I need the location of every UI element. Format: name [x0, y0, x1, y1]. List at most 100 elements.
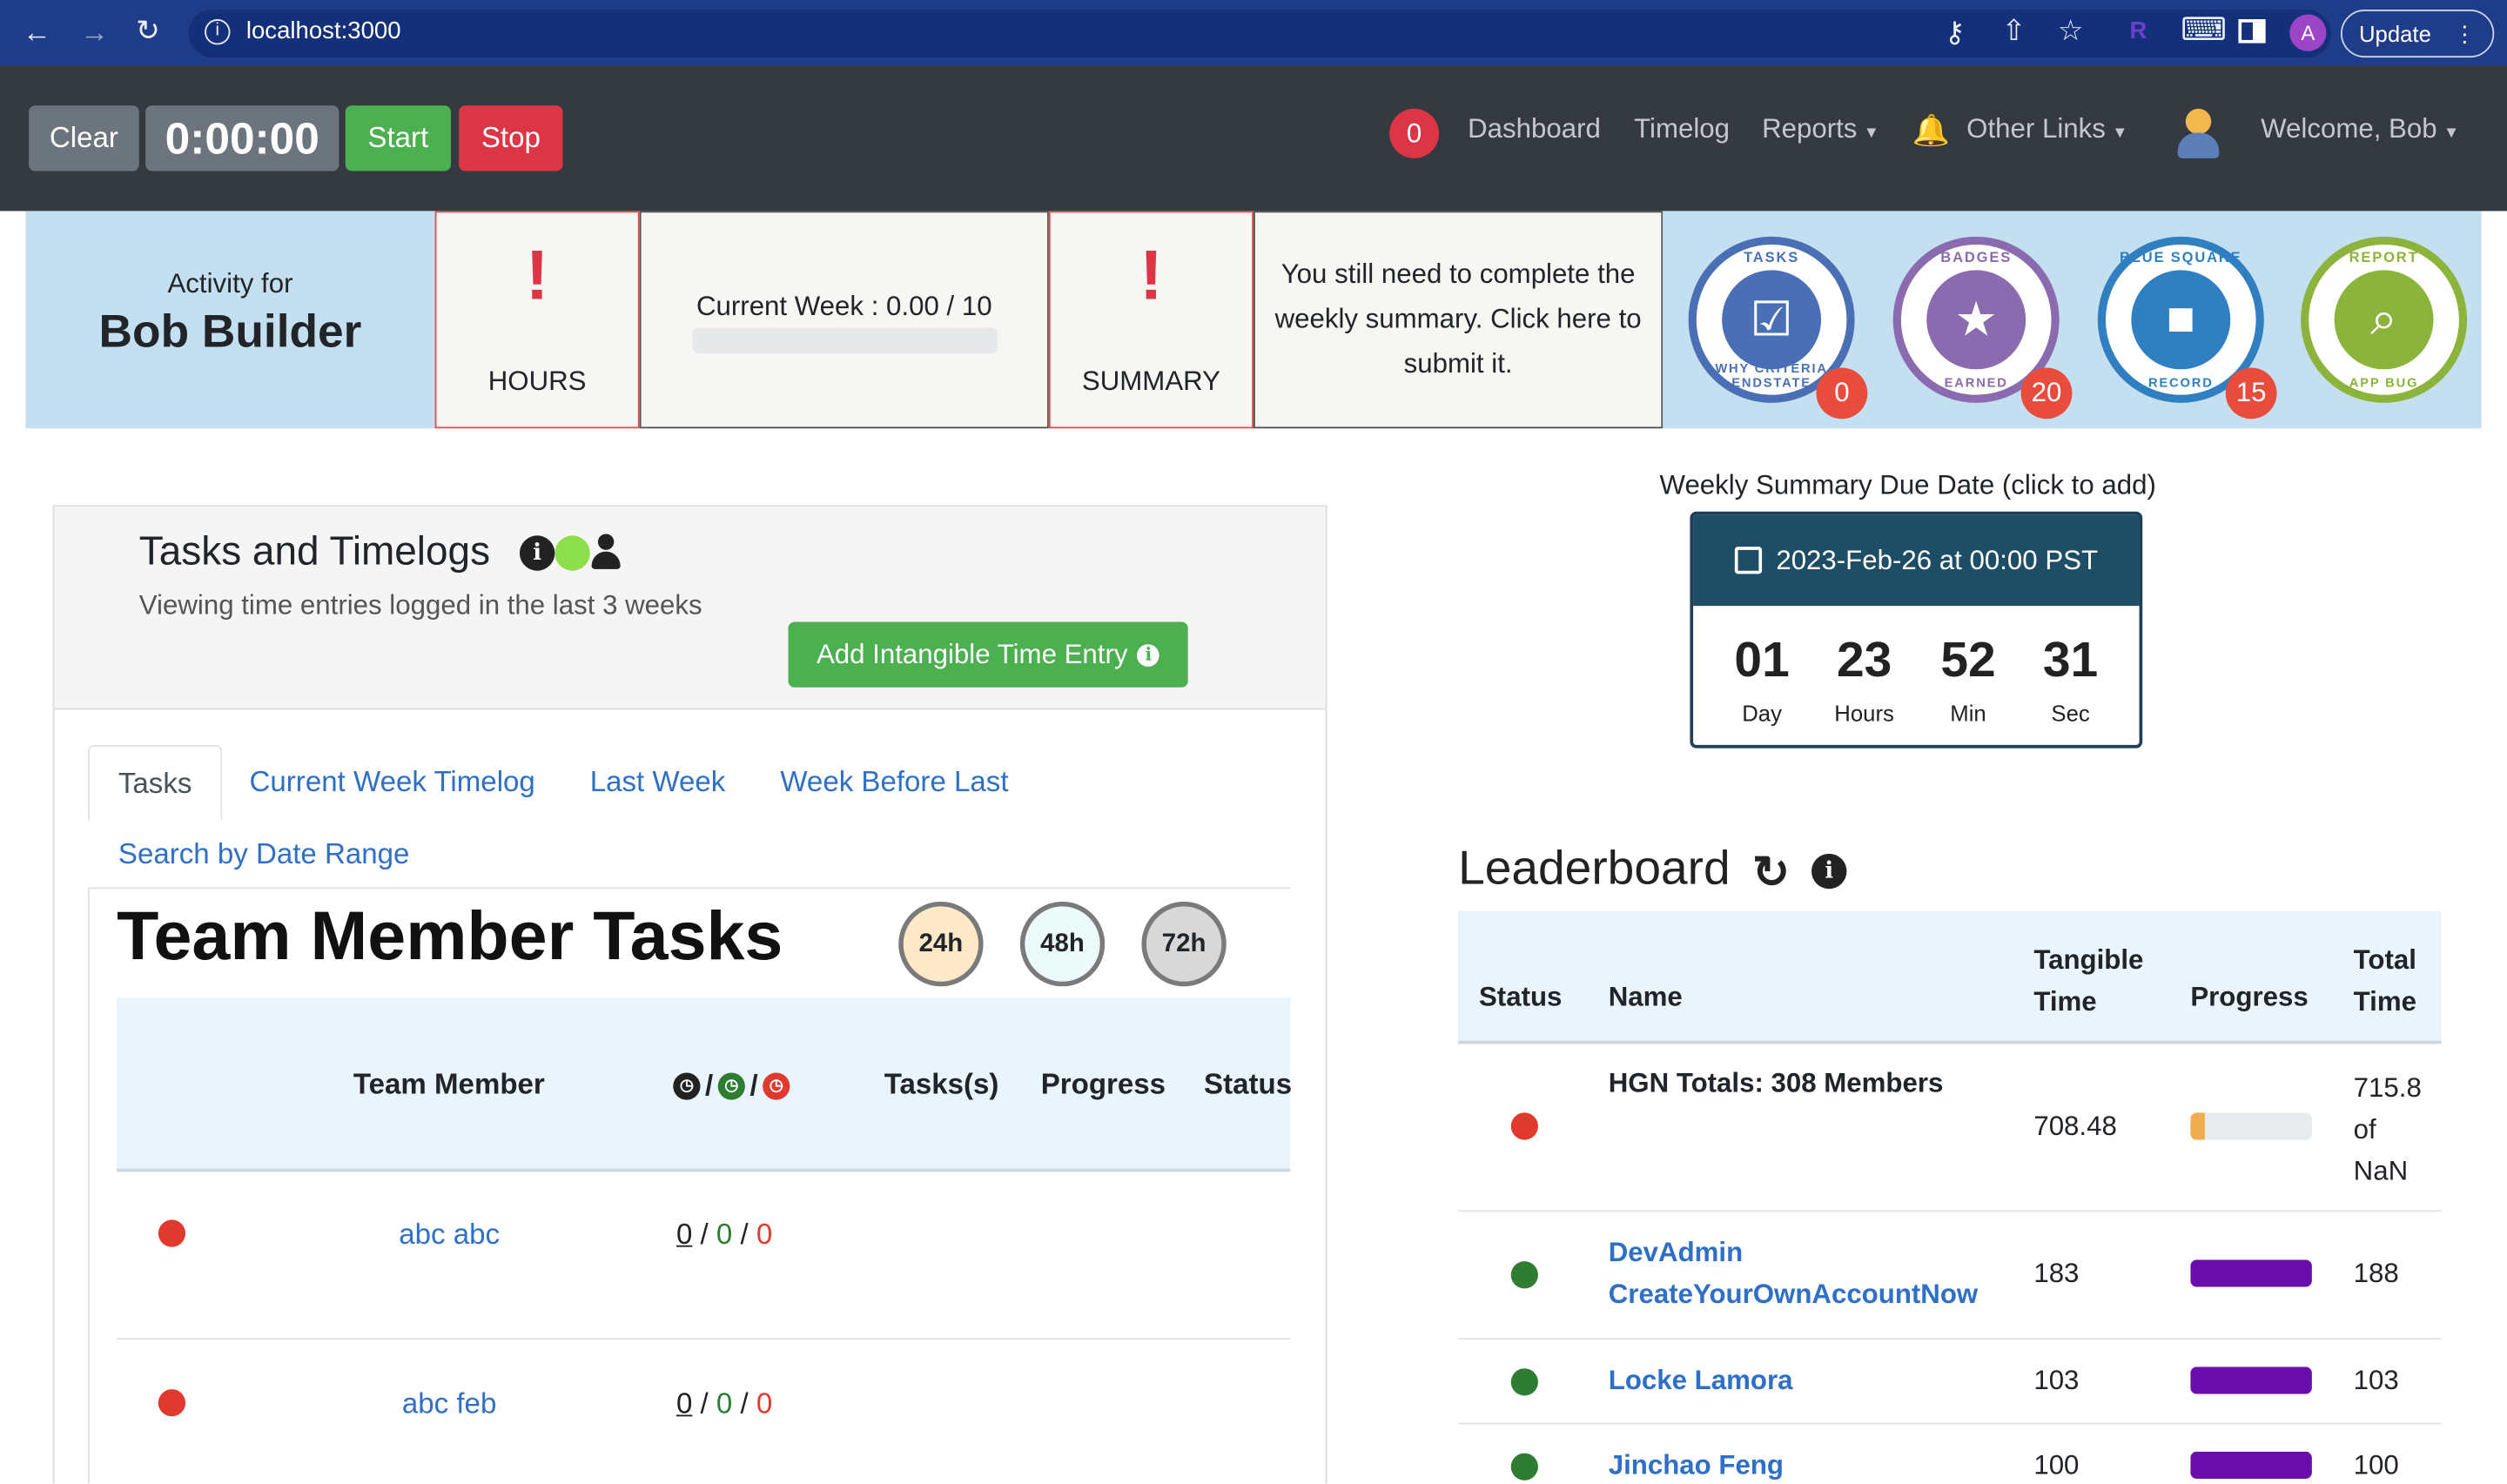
key-icon[interactable]: ⚷	[1944, 17, 1965, 46]
info-icon[interactable]: i	[205, 19, 231, 45]
badge-3[interactable]: ⌕ REPORT APP BUG	[2301, 236, 2468, 403]
tab-current-week-timelog[interactable]: Current Week Timelog	[250, 766, 535, 800]
add-intangible-time-button[interactable]: Add Intangible Time Entry i	[788, 621, 1188, 688]
col-tasks: Tasks(s)	[884, 1067, 999, 1100]
lb-col-total: Total Time	[2354, 940, 2416, 1024]
badge-count: 15	[2225, 367, 2277, 420]
badge-top-text: TASKS	[1744, 249, 1800, 265]
table-row	[117, 1170, 1291, 1340]
hours-label: HOURS	[487, 366, 587, 397]
col-team-member: Team Member	[353, 1067, 545, 1100]
countdown-label: Day	[1742, 700, 1782, 726]
clear-button[interactable]: Clear	[29, 105, 139, 171]
due-date-caption[interactable]: Weekly Summary Due Date (click to add)	[1660, 470, 2156, 502]
countdown-value: 31	[2042, 631, 2099, 688]
clock-red-icon: ◷	[763, 1072, 790, 1100]
puzzle-icon[interactable]: ⌨	[2181, 15, 2227, 47]
lb-col-name: Name	[1608, 981, 1683, 1012]
weekly-summary-message[interactable]: You still need to complete the weekly su…	[1254, 211, 1663, 429]
totals-name: HGN Totals: 308 Members	[1608, 1067, 1944, 1098]
team-member-link[interactable]: abc feb	[289, 1387, 608, 1421]
tab-tasks[interactable]: Tasks	[88, 744, 223, 821]
exclamation-icon: !	[1139, 236, 1163, 315]
leaderboard-progress-bar	[2190, 1366, 2312, 1393]
user-icon[interactable]	[590, 533, 622, 574]
status-dot	[1510, 1452, 1538, 1480]
reload-icon[interactable]: ↻	[136, 16, 160, 44]
back-arrow-icon[interactable]: ←	[23, 17, 51, 46]
countdown-label: Hours	[1834, 700, 1894, 726]
calendar-check-icon	[1734, 547, 1762, 574]
progress-fill	[2190, 1259, 2312, 1287]
url-text[interactable]: localhost:3000	[246, 17, 401, 44]
info-icon[interactable]: i	[519, 535, 555, 571]
bell-icon[interactable]: 🔔	[1912, 112, 1950, 151]
status-dot	[158, 1219, 186, 1247]
leaderboard-name-link[interactable]: Locke Lamora	[1609, 1360, 1793, 1401]
status-green-icon	[554, 535, 590, 571]
lb-col-total-2: Time	[2353, 986, 2416, 1017]
totals-tangible: 708.48	[2033, 1111, 2117, 1142]
filter-72h-button[interactable]: 72h	[1141, 901, 1227, 987]
totals-total-3: NaN	[2353, 1155, 2409, 1186]
team-member-link[interactable]: abc abc	[289, 1219, 608, 1252]
start-button[interactable]: Start	[345, 105, 451, 171]
star-medal-icon: ★	[1926, 270, 2026, 370]
checkbox-icon: ☑	[1722, 270, 1822, 370]
user-full-name: Bob Builder	[98, 306, 362, 359]
badge-top-text: REPORT	[2349, 249, 2419, 265]
summary-label: SUMMARY	[1081, 366, 1220, 397]
leaderboard-name-link[interactable]: DevAdmin CreateYourOwnAccountNow	[1609, 1232, 1978, 1316]
tasks-panel-title: Tasks and Timelogs	[138, 528, 491, 574]
notification-count-badge[interactable]: 0	[1389, 108, 1440, 158]
leaderboard-tangible: 103	[2033, 1364, 2080, 1395]
sidepanel-icon[interactable]	[2238, 19, 2266, 44]
col-progress: Progress	[1040, 1067, 1166, 1100]
nav-timelog[interactable]: Timelog	[1634, 113, 1730, 145]
time-counts: 0 / 0 / 0	[675, 1387, 773, 1420]
welcome-label: Welcome, Bob	[2261, 113, 2437, 144]
timer-display: 0:00:00	[145, 105, 339, 171]
caret-down-icon: ▼	[2112, 124, 2128, 143]
caret-down-icon: ▼	[1863, 124, 1879, 143]
squares-icon: ■	[2131, 270, 2231, 370]
countdown-value: 52	[1940, 631, 1996, 688]
leaderboard-tangible: 183	[2033, 1258, 2080, 1289]
col-status: Status	[1204, 1067, 1293, 1100]
activity-for-label: Activity for	[167, 268, 293, 299]
tab-search-date-range[interactable]: Search by Date Range	[118, 837, 409, 871]
leaderboard-progress-bar	[2190, 1259, 2312, 1287]
nav-reports[interactable]: Reports ▼	[1762, 113, 1879, 145]
tab-week-before-last[interactable]: Week Before Last	[780, 766, 1008, 800]
tabs-divider	[88, 887, 1291, 890]
activity-box: Activity for Bob Builder	[25, 211, 435, 429]
profile-avatar[interactable]: A	[2289, 14, 2327, 51]
kebab-menu-icon: ⋮	[2453, 19, 2477, 46]
nav-reports-label: Reports	[1762, 113, 1858, 144]
extension-r-icon[interactable]: R	[2130, 17, 2147, 44]
clock-black-icon: ◷	[673, 1072, 701, 1100]
share-icon[interactable]: ⇧	[2002, 16, 2026, 44]
status-dot	[1510, 1261, 1538, 1289]
stop-button[interactable]: Stop	[459, 105, 563, 171]
info-icon[interactable]: i	[1811, 853, 1847, 890]
nav-other-links[interactable]: Other Links ▼	[1966, 113, 2127, 145]
badge-bottom-text: APP BUG	[2349, 375, 2419, 391]
lb-col-tangible-1: Tangible	[2033, 944, 2144, 976]
due-date-text: 2023-Feb-26 at 00:00 PST	[1776, 544, 2099, 575]
leaderboard-name-link[interactable]: Jinchao Feng	[1609, 1444, 1784, 1483]
refresh-icon[interactable]: ↻	[1752, 846, 1790, 899]
forward-arrow-icon[interactable]: →	[80, 17, 109, 46]
star-icon[interactable]: ☆	[2058, 16, 2084, 44]
leaderboard-title: Leaderboard	[1458, 842, 1731, 896]
user-avatar[interactable]	[2174, 105, 2222, 163]
update-button[interactable]: Update ⋮	[2340, 10, 2495, 58]
nav-dashboard[interactable]: Dashboard	[1468, 113, 1601, 145]
filter-48h-button[interactable]: 48h	[1019, 901, 1106, 987]
tab-last-week[interactable]: Last Week	[590, 766, 726, 800]
col-time-legend: ◷ / ◷ / ◷	[673, 1070, 790, 1104]
summary-box[interactable]: ! SUMMARY	[1048, 211, 1254, 429]
hours-box[interactable]: ! HOURS	[434, 211, 640, 429]
welcome-menu[interactable]: Welcome, Bob ▼	[2261, 113, 2459, 145]
filter-24h-button[interactable]: 24h	[898, 901, 984, 987]
